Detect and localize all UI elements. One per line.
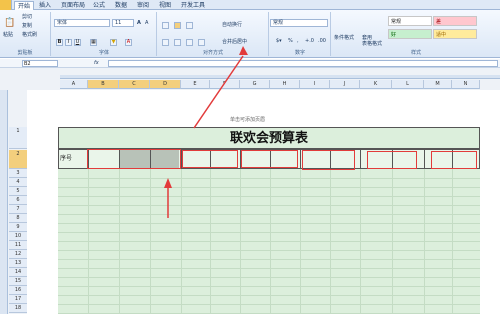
annotation-arrows: [164, 46, 248, 218]
arrow-to-merge-button: [193, 55, 244, 129]
arrow-head-icon: [164, 178, 172, 188]
arrow-head-icon: [239, 46, 248, 55]
